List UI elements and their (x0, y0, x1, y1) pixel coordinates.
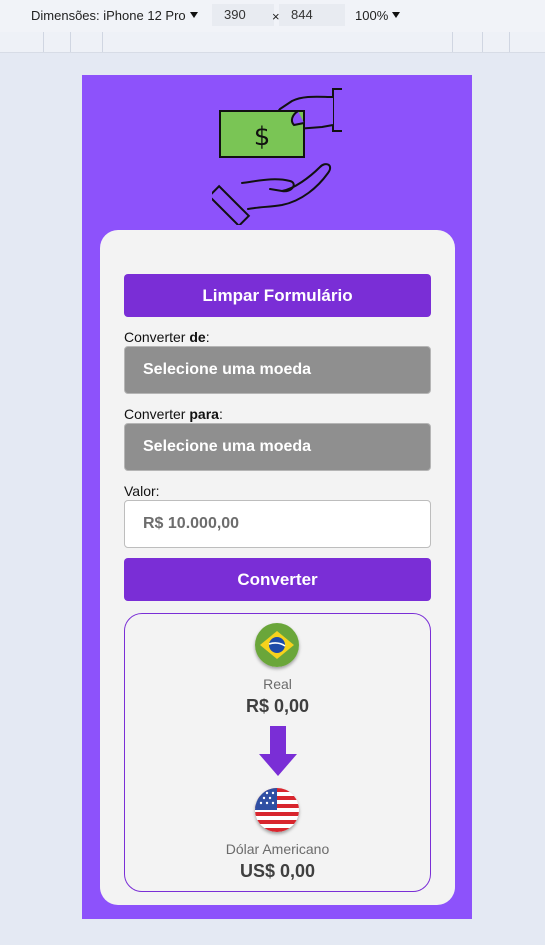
from-currency-value: R$ 0,00 (245, 696, 310, 716)
app-viewport: $ Limpar Formulário Converter de: Seleci… (82, 75, 472, 919)
to-currency-name: Dólar Americano (225, 841, 330, 857)
convert-button[interactable]: Converter (124, 558, 431, 601)
from-label-prefix: Converter (124, 329, 190, 345)
converter-card: Limpar Formulário Converter de: Selecion… (100, 230, 455, 905)
zoom-selector[interactable]: 100% (355, 8, 401, 23)
to-label: Converter para: (124, 406, 223, 422)
device-selector[interactable]: Dimensões: iPhone 12 Pro (31, 8, 198, 23)
value-input[interactable] (124, 500, 431, 548)
devtools-toolbar: Dimensões: iPhone 12 Pro 390 × 844 100% (0, 0, 545, 33)
chevron-down-icon (392, 12, 401, 18)
to-label-suffix: : (218, 406, 223, 422)
media-query-ruler (0, 32, 545, 53)
brazil-flag-icon (255, 623, 299, 667)
usa-flag-icon (255, 788, 299, 832)
from-label: Converter de: (124, 329, 210, 345)
chevron-down-icon (189, 12, 198, 18)
from-label-bold: de (189, 329, 206, 345)
from-currency-select[interactable]: Selecione uma moeda (124, 346, 431, 394)
svg-text:$: $ (254, 122, 271, 152)
zoom-label: 100% (355, 8, 389, 23)
value-label: Valor: (124, 483, 160, 499)
from-label-suffix: : (205, 329, 210, 345)
money-hand-icon: $ (212, 88, 342, 225)
to-label-prefix: Converter (124, 406, 190, 422)
result-panel: Real R$ 0,00 Dólar Americano US$ 0,00 (124, 613, 431, 892)
height-input[interactable]: 844 (279, 4, 345, 26)
device-label: Dimensões: iPhone 12 Pro (31, 8, 186, 23)
from-currency-name: Real (263, 676, 292, 692)
to-label-bold: para (189, 406, 219, 422)
to-currency-select[interactable]: Selecione uma moeda (124, 423, 431, 471)
clear-form-button[interactable]: Limpar Formulário (124, 274, 431, 317)
width-input[interactable]: 390 (212, 4, 274, 26)
to-currency-value: US$ 0,00 (239, 861, 316, 881)
arrow-down-icon (259, 726, 297, 776)
